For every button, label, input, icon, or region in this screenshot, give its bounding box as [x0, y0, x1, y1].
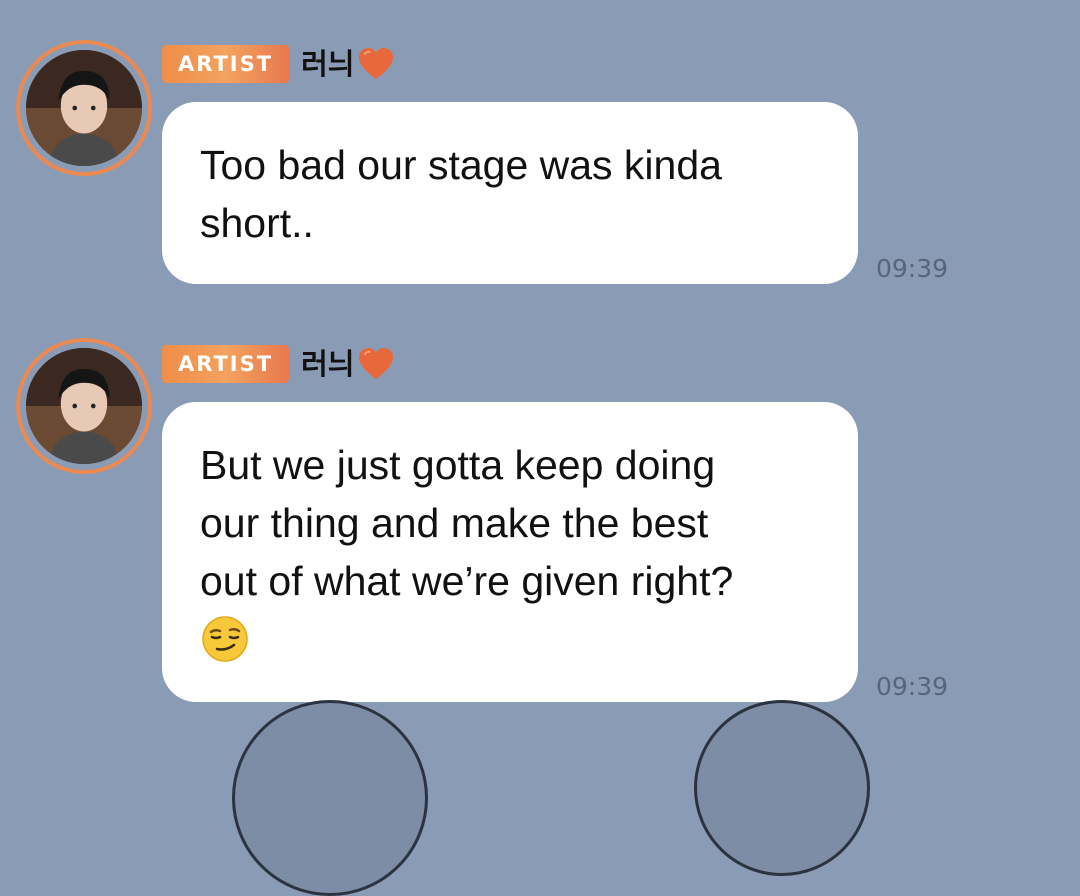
- orange-heart-icon: [359, 48, 394, 79]
- artist-badge: ARTIST: [162, 45, 290, 83]
- message-header: ARTIST 러늬: [162, 42, 396, 86]
- sticker-right-ear: [694, 700, 870, 876]
- message-header: ARTIST 러늬: [162, 342, 396, 386]
- message-time: 09:39: [876, 254, 949, 283]
- sender-name: 러늬: [301, 47, 355, 81]
- artist-badge: ARTIST: [162, 345, 290, 383]
- orange-heart-icon: [359, 348, 394, 379]
- smirking-face-icon: [202, 616, 248, 662]
- avatar[interactable]: [16, 338, 152, 474]
- message-time: 09:39: [876, 672, 949, 701]
- message-text-line: Too bad our stage was kinda: [200, 142, 722, 188]
- person-photo-icon: [26, 348, 142, 464]
- avatar[interactable]: [16, 40, 152, 176]
- message-text-line: short..: [200, 200, 314, 246]
- sticker-left-ear: [232, 700, 428, 896]
- avatar-photo: [26, 50, 142, 166]
- message-bubble[interactable]: Too bad our stage was kinda short..: [162, 102, 858, 284]
- sender-name: 러늬: [301, 347, 355, 381]
- avatar-photo: [26, 348, 142, 464]
- message-text-line: But we just gotta keep doing: [200, 442, 716, 488]
- message-bubble[interactable]: But we just gotta keep doing our thing a…: [162, 402, 858, 702]
- message-text-line: out of what we’re given right?: [200, 558, 734, 604]
- person-photo-icon: [26, 50, 142, 166]
- message-text-line: our thing and make the best: [200, 500, 709, 546]
